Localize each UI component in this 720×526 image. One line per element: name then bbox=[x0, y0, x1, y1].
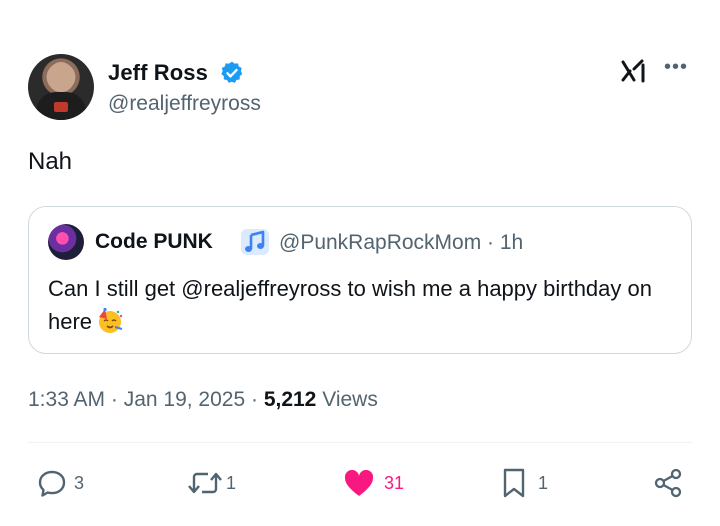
repost-button[interactable]: 1 bbox=[186, 466, 236, 500]
reply-count: 3 bbox=[74, 472, 85, 493]
bookmark-icon bbox=[500, 466, 528, 500]
partying-face-emoji-icon bbox=[96, 307, 124, 335]
timestamp-views: 1:33 AM · Jan 19, 2025 · 5,212 Views bbox=[28, 388, 378, 412]
views-count: 5,212 bbox=[263, 388, 317, 411]
heart-icon bbox=[342, 467, 376, 499]
like-count: 31 bbox=[384, 472, 405, 493]
author-name[interactable]: Jeff Ross bbox=[108, 60, 208, 86]
share-button[interactable] bbox=[652, 466, 684, 500]
grok-icon[interactable] bbox=[619, 56, 649, 86]
quoted-author-avatar bbox=[48, 224, 84, 260]
tweet-text: Nah bbox=[28, 148, 73, 175]
reply-icon bbox=[36, 467, 68, 499]
verified-badge-icon bbox=[219, 60, 245, 86]
views-label: Views bbox=[316, 388, 378, 411]
quoted-text-content: Can I still get @realjeffreyross to wish… bbox=[48, 276, 652, 334]
repost-count: 1 bbox=[226, 472, 237, 493]
timestamp[interactable]: 1:33 AM · Jan 19, 2025 · bbox=[28, 388, 264, 411]
quoted-tweet-text: Can I still get @realjeffreyross to wish… bbox=[48, 272, 678, 338]
reply-button[interactable]: 3 bbox=[36, 466, 84, 500]
bookmark-count: 1 bbox=[538, 472, 549, 493]
quoted-handle-time: @PunkRapRockMom · 1h bbox=[279, 231, 524, 254]
quoted-author-name: Code PUNK bbox=[95, 230, 213, 253]
bookmark-button[interactable]: 1 bbox=[500, 466, 548, 500]
author-handle[interactable]: @realjeffreyross bbox=[108, 92, 261, 116]
like-button[interactable]: 31 bbox=[342, 466, 404, 500]
music-note-icon bbox=[240, 228, 270, 256]
avatar-shirt-print bbox=[54, 102, 68, 112]
more-options-icon[interactable]: ••• bbox=[664, 56, 688, 79]
avatar-head bbox=[48, 62, 74, 92]
repost-icon bbox=[186, 467, 224, 499]
author-avatar[interactable] bbox=[28, 54, 94, 120]
divider bbox=[28, 442, 692, 443]
share-icon bbox=[652, 467, 684, 499]
